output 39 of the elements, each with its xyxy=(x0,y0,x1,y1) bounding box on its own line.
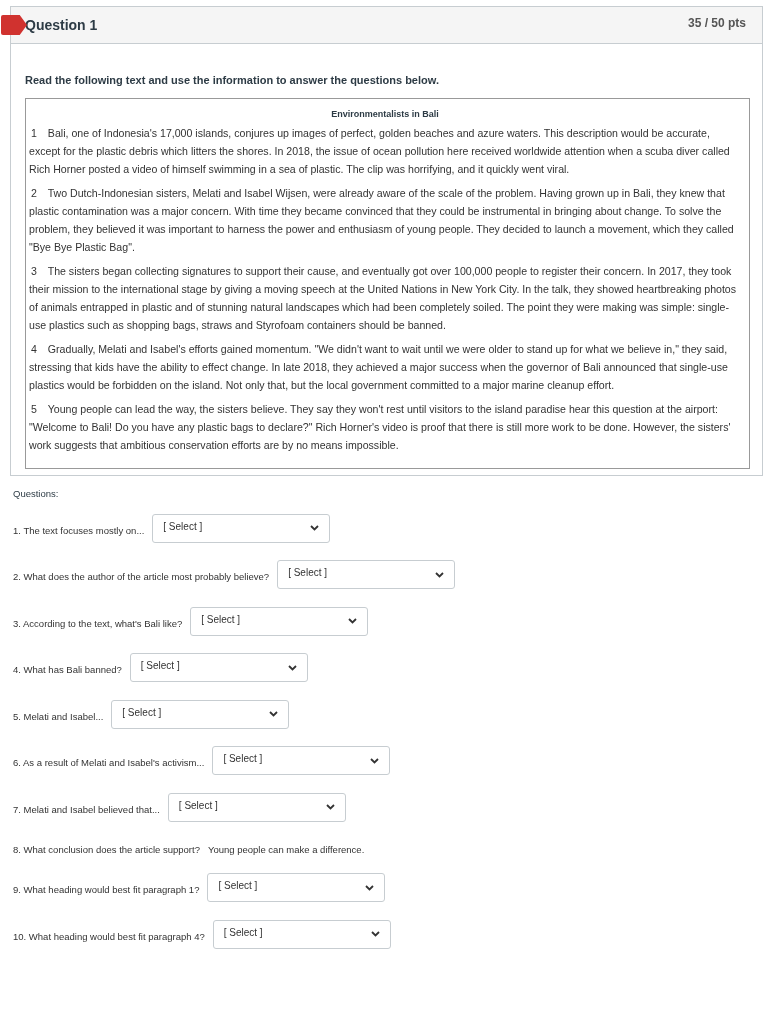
answer-dropdown[interactable]: [ Select ] xyxy=(167,792,346,822)
answer-dropdown[interactable]: [ Select ] xyxy=(190,606,369,636)
answer-dropdown[interactable]: [ Select ] xyxy=(212,746,391,776)
paragraph-text: 1 Bali, one of Indonesia's 17,000 islands, conjures up images of perfect, golden beaches and azure waters. This description would be accurate, except for the plastic debris which litters the shores. In 2018, the issue of ocean pollution here received worldwide attention when a scuba diver called Rich Horner posted a video of himself swimming in a sea of plastic. The clip was horrifying, and it quickly went viral. xyxy=(29,126,731,177)
answer-dropdown[interactable]: [ Select ] xyxy=(111,699,290,729)
question-prompt: 3. According to the text, what's Bali like? xyxy=(13,617,183,629)
question-prompt: 6. As a result of Melati and Isabel's activism... xyxy=(13,757,205,769)
chevron-down-icon xyxy=(370,757,380,764)
question-prompt: 10. What heading would best fit paragraph 4? xyxy=(13,930,205,942)
question-prompt: 1. The text focuses mostly on... xyxy=(13,524,145,536)
passage-title: Environmentalists in Bali xyxy=(330,109,440,119)
answer-text: Young people can make a difference. xyxy=(207,844,365,855)
chevron-down-icon xyxy=(365,884,375,891)
answer-dropdown[interactable]: [ Select ] xyxy=(152,513,331,543)
points-label: 35 / 50 pts xyxy=(687,16,746,30)
paragraph-text: 2 Two Dutch-Indonesian sisters, Melati and Isabel Wijsen, were already aware of the scale of the problem. Having grown up in Bali, they knew that plastic contamination was a major concern. With time they became convinced that they could be instrumental in bringing about change. To solve the problem, they believed it was important to harness the power and enthusiasm of young people. They decided to launch a movement, which they called "Bye Bye Plastic Bag". xyxy=(29,186,735,255)
instruction-text: Read the following text and use the information to answer the questions below. xyxy=(25,74,440,86)
paragraph-text: 5 Young people can lead the way, the sisters believe. They say they won't rest until visitors to the island paradise hear this question at the airport: "Welcome to Bali! Do you have any plastic bags to declare?" Rich Horner's video is proof that there is still more work to be done. However, the sisters' work suggests that ambitious conservation efforts are by no means impossible. xyxy=(29,402,732,453)
chevron-down-icon xyxy=(370,931,380,938)
question-prompt: 4. What has Bali banned? xyxy=(13,664,122,676)
answer-dropdown[interactable]: [ Select ] xyxy=(207,873,386,903)
paragraph-text: 3 The sisters began collecting signatures to support their cause, and eventually got over 100,000 people to register their concern. In 2017, they took their mission to the international stage by giving a moving speech at the United Nations in New York City. In the talk, they showed heartbreaking photos of animals entrapped in plastic and of stunning natural landscapes which had been completely soiled. The point they were making was simple: single-use plastics such as shopping bags, straws and Styrofoam containers should be banned. xyxy=(29,264,738,333)
chevron-down-icon xyxy=(287,664,297,671)
answer-dropdown[interactable]: [ Select ] xyxy=(277,560,456,590)
paragraph-text: 4 Gradually, Melati and Isabel's efforts gained momentum. "We didn't want to wait until we were older to stand up for what we believe in," they said, stressing that kids have the ability to effect change. In late 2018, they achieved a major success when the governor of Bali announced that single-use plastics would be forbidden on the island. Not only that, but the local government committed to a major marine cleanup effort. xyxy=(29,342,729,393)
question-title: Question 1 xyxy=(25,17,98,33)
question-prompt: 5. Melati and Isabel... xyxy=(13,710,104,722)
question-prompt: 7. Melati and Isabel believed that... xyxy=(13,803,160,815)
chevron-down-icon xyxy=(348,618,358,625)
chevron-down-icon xyxy=(325,804,335,811)
question-prompt: 2. What does the author of the article most probably believe? xyxy=(13,571,270,583)
chevron-down-icon xyxy=(435,571,445,578)
answer-dropdown[interactable]: [ Select ] xyxy=(212,919,391,949)
question-prompt: 8. What conclusion does the article support? xyxy=(13,844,200,855)
question-prompt: 9. What heading would best fit paragraph 1? xyxy=(13,884,200,896)
questions-label: Questions: xyxy=(13,488,60,499)
chevron-down-icon xyxy=(310,525,320,532)
chevron-down-icon xyxy=(269,711,279,718)
answer-dropdown[interactable]: [ Select ] xyxy=(129,653,308,683)
